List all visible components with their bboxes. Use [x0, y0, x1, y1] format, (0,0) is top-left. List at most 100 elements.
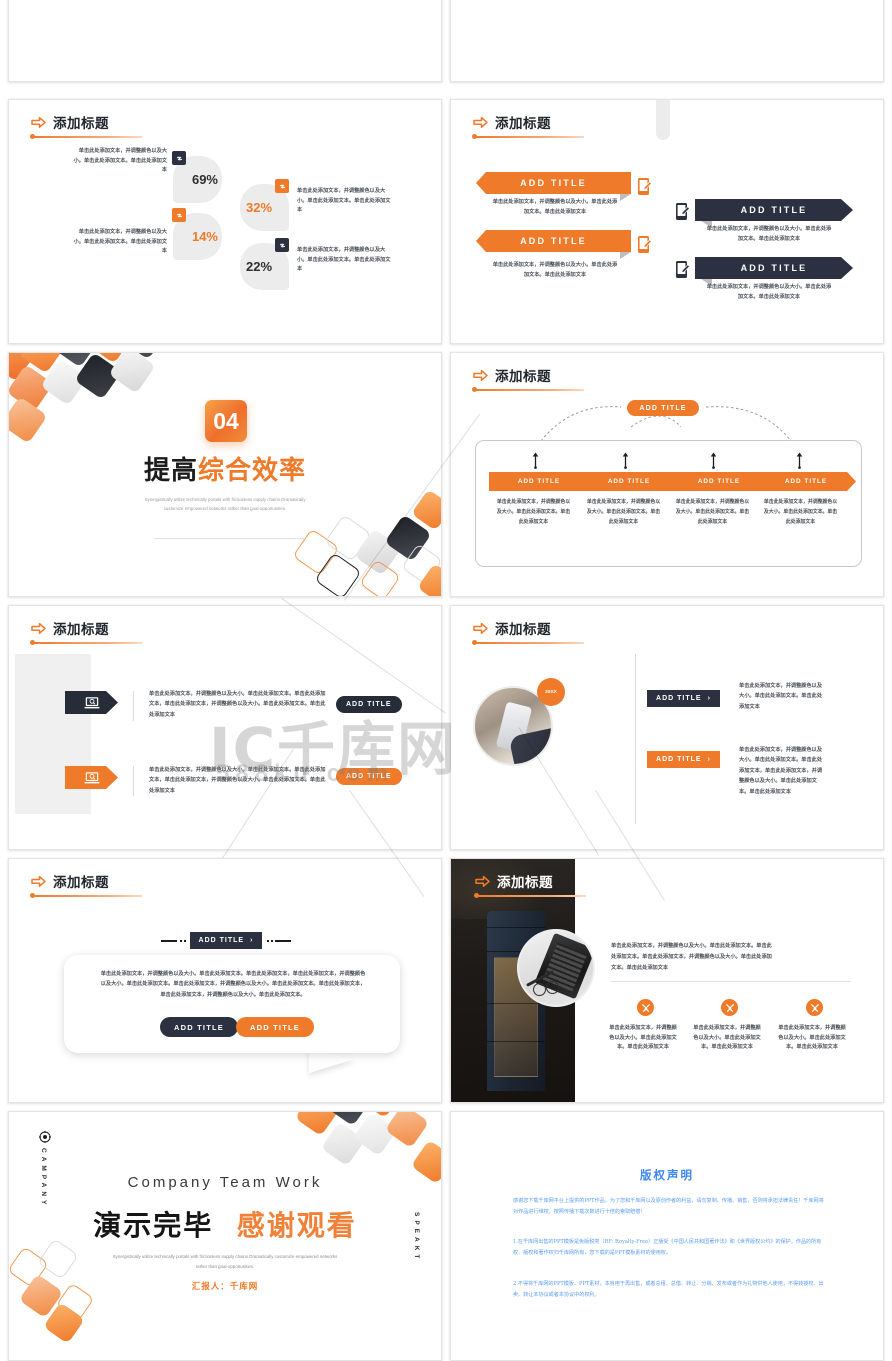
slide7-grey-panel — [15, 654, 91, 814]
arrow-right-icon — [473, 116, 488, 129]
chevron-right-icon: › — [707, 695, 711, 702]
slide3-text-4: 单击此处添加文本，并调整颜色以及大小。单击此处添加文本。单击此处添加文本 — [297, 247, 391, 273]
slide9-button-1[interactable]: ADD TITLE — [160, 1017, 238, 1037]
slide7-divider-2 — [133, 766, 134, 796]
slide10-circle-photo — [517, 929, 595, 1007]
slide6-step-4[interactable]: ADD TITLE — [756, 472, 856, 491]
section-number-badge: 04 — [205, 400, 247, 442]
up-arrow-4 — [795, 452, 804, 469]
slide10-col-2-text: 单击此处添加文本，并调整颜色以及大小。单击此处添加文本。单击此处添加文本 — [693, 1025, 761, 1051]
slide8-text-2: 单击此处添加文本，并调整颜色以及大小。单击此处添加文本。单击此处添加文本，单击此… — [739, 747, 823, 795]
slide3-text-3: 单击此处添加文本，并调整颜色以及大小。单击此处添加文本。单击此处添加文本 — [297, 188, 391, 214]
slide-thumbnail-12[interactable]: 版权声明 感谢您下载千库网平台上提供的PPT作品，为了您和千库网以及原创作者的利… — [450, 1111, 884, 1361]
section-cover: 04 提高综合效率 Synergistically utilize techni… — [9, 353, 441, 596]
slide8-year-badge: 20XX — [537, 678, 565, 706]
arrow-right-icon — [473, 622, 488, 635]
section-divider — [154, 538, 304, 539]
up-arrow-3 — [709, 452, 718, 469]
slide7-divider-1 — [133, 691, 134, 721]
slide8-divider — [635, 654, 636, 824]
header-dot — [472, 133, 477, 139]
slide6-step-1[interactable]: ADD TITLE — [489, 472, 589, 491]
slide-thumbnail-10[interactable]: 添加标题 单击此处添加文本，并调整颜色以及大小。单击此处添加文本。单击此处添加文… — [450, 858, 884, 1103]
slide11-subtitle: Synergistically utilize technically port… — [112, 1254, 338, 1270]
slide9-body: 单击此处添加文本，并调整颜色以及大小。单击此处添加文本。单击此处添加文本，单击此… — [100, 971, 366, 998]
slide9-dash-left — [161, 940, 177, 942]
header-underline — [32, 642, 142, 644]
slide11-reporter: 汇报人：千库网 — [191, 1282, 259, 1292]
slide10-title: 添加标题 — [497, 875, 553, 891]
slide7-pill-2[interactable]: ADD TITLE — [336, 768, 402, 785]
slide4-banner-2[interactable]: ADD TITLE — [476, 230, 631, 252]
slide4-banner-1[interactable]: ADD TITLE — [476, 172, 631, 194]
header-dot — [30, 639, 35, 645]
slide7-icon-tag-2 — [65, 766, 118, 789]
slide-thumbnail-1[interactable]: 单击此处添加文本，并调整颜色以及大小。单击此处添加文本。单击此处添加文本 单击此… — [8, 0, 442, 82]
slide8-button-1-label: ADD TITLE — [656, 695, 702, 702]
link-icon-2 — [172, 208, 186, 222]
slide3-header: 添加标题 — [31, 112, 109, 132]
slide-thumbnail-6[interactable]: 添加标题 ADD TITLE ADD TITLE ADD TITLE ADD T… — [450, 352, 884, 597]
arrow-right-icon — [31, 622, 46, 635]
slide-thumbnail-2[interactable]: ADD TITLE 单击此处添加文本，并调整颜色以及大小。 ADD TITLE … — [450, 0, 884, 82]
slide9-button-2[interactable]: ADD TITLE — [236, 1017, 314, 1037]
slide9-dash-right — [275, 940, 291, 942]
tools-icon-3 — [806, 999, 823, 1016]
slide6-step-3[interactable]: ADD TITLE — [669, 472, 769, 491]
header-dot — [472, 639, 477, 645]
slide10-header: 添加标题 — [475, 871, 553, 891]
edit-phone-icon-4 — [675, 260, 691, 279]
slide7-text-1: 单击此处添加文本，并调整颜色以及大小。单击此处添加文本。单击此处添加文本，单击此… — [149, 691, 326, 718]
arrow-right-icon — [475, 875, 490, 888]
slide12-paragraph-1: 感谢您下载千库网平台上提供的PPT作品，为了您和千库网以及原创作者的利益，请勿复… — [513, 1198, 824, 1216]
slide11-cn-title: 演示完毕 感谢观看 — [9, 1204, 441, 1244]
slide9-dot-left-1 — [180, 940, 182, 942]
section-heading: 提高综合效率 — [9, 450, 441, 487]
slide8-button-2[interactable]: ADD TITLE › — [647, 751, 720, 768]
up-arrow-2 — [621, 452, 630, 469]
slide-thumbnail-5[interactable]: 04 提高综合效率 Synergistically utilize techni… — [8, 352, 442, 597]
slide4-top-marker — [656, 100, 670, 140]
slide7-icon-tag-1 — [65, 691, 118, 714]
slide9-tag[interactable]: ADD TITLE › — [190, 932, 262, 949]
slide4-text-1: 单击此处添加文本，并调整颜色以及大小。单击此处添加文本。单击此处添加文本 — [492, 199, 618, 215]
slide-thumbnail-8[interactable]: 添加标题 20XX ADD TITLE › 单击此处添加文本，并调整颜色以及大小… — [450, 605, 884, 850]
banner-shadow — [620, 194, 631, 201]
edit-phone-icon-1 — [637, 177, 653, 196]
slide10-divider — [611, 981, 851, 982]
section-number: 04 — [213, 407, 239, 434]
edit-phone-icon-2 — [637, 235, 653, 254]
slide11-cn-black: 演示完毕 — [93, 1209, 214, 1242]
slide6-step-3-text: 单击此处添加文本，并调整颜色以及大小。单击此处添加文本。单击此处添加文本 — [675, 499, 750, 525]
target-icon — [39, 1130, 51, 1143]
slide7-header: 添加标题 — [31, 618, 109, 638]
slide9-dot-right-1 — [267, 940, 269, 942]
edit-phone-icon-3 — [675, 202, 691, 221]
slide-thumbnail-11[interactable]: CAMPANY SPEAKT Company Team Work 演示完毕 感谢… — [8, 1111, 442, 1361]
slide4-title: 添加标题 — [495, 116, 551, 132]
slide6-top-pill[interactable]: ADD TITLE — [627, 400, 699, 416]
slide7-pill-1[interactable]: ADD TITLE — [336, 696, 402, 713]
chevron-right-icon: › — [250, 937, 254, 944]
slide9-tag-label: ADD TITLE — [198, 937, 245, 944]
arrow-right-icon — [31, 875, 46, 888]
header-dot — [472, 386, 477, 392]
slide-thumbnail-4[interactable]: 添加标题 ADD TITLE 单击此处添加文本，并调整颜色以及大小。单击此处添加… — [450, 99, 884, 344]
slide9-title: 添加标题 — [53, 875, 109, 891]
slide6-step-2[interactable]: ADD TITLE — [579, 472, 679, 491]
header-dot — [474, 892, 479, 898]
slide6-header: 添加标题 — [473, 365, 551, 385]
slide-thumbnail-9[interactable]: 添加标题 ADD TITLE › 单击此处添加文本，并调整颜色以及大小。单击此处… — [8, 858, 442, 1103]
slide-thumbnail-7[interactable]: 添加标题 单击此处添加文本，并调整颜色以及大小。单击此处添加文本。单击此处添加文… — [8, 605, 442, 850]
slide4-banner-4[interactable]: ADD TITLE — [695, 257, 853, 279]
slide-thumbnail-3[interactable]: 添加标题 单击此处添加文本，并调整颜色以及大小。单击此处添加文本。单击此处添加文… — [8, 99, 442, 344]
slide9-bubble: 单击此处添加文本，并调整颜色以及大小。单击此处添加文本。单击此处添加文本，单击此… — [64, 955, 400, 1053]
slide8-button-1[interactable]: ADD TITLE › — [647, 690, 720, 707]
slide4-banner-3[interactable]: ADD TITLE — [695, 199, 853, 221]
slide11-cn-orange: 感谢观看 — [236, 1209, 357, 1242]
slide12-title: 版权声明 — [640, 1168, 694, 1182]
slide4-header: 添加标题 — [473, 112, 551, 132]
header-underline — [32, 136, 142, 138]
slide8-text-1: 单击此处添加文本，并调整颜色以及大小。单击此处添加文本。单击此处添加文本 — [739, 683, 823, 710]
section-heading-orange: 综合效率 — [198, 456, 307, 486]
